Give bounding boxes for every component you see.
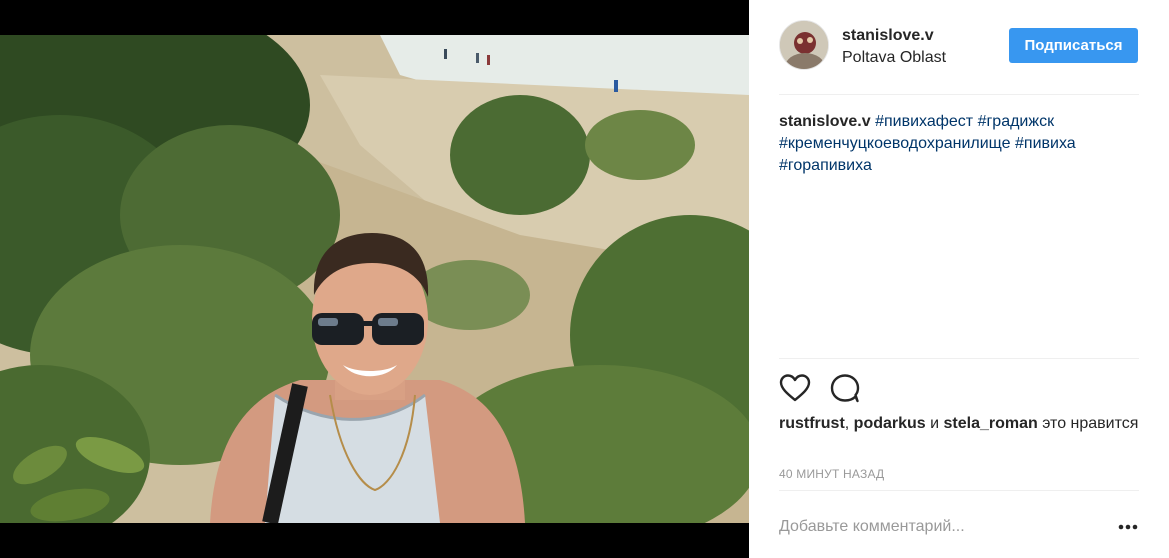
heart-icon[interactable]	[779, 372, 811, 404]
post-photo[interactable]	[0, 35, 749, 523]
post-header: stanislove.v Poltava Oblast Подписаться	[779, 20, 1139, 74]
post-timestamp[interactable]: 40 МИНУТ НАЗАД	[779, 467, 884, 481]
avatar-photo-icon	[780, 21, 828, 69]
liker-username[interactable]: podarkus	[854, 415, 926, 432]
likes-suffix: это нравится	[1037, 415, 1139, 432]
hashtag[interactable]: #кременчуцкоеводохранилище	[779, 135, 1011, 152]
hashtag[interactable]: #пивихафест	[875, 113, 973, 130]
likes-line: rustfrust, podarkus и stela_roman это нр…	[779, 413, 1139, 435]
header-divider	[779, 94, 1139, 95]
author-username[interactable]: stanislove.v	[842, 27, 934, 45]
liker-username[interactable]: stela_roman	[944, 415, 1038, 432]
follow-button[interactable]: Подписаться	[1009, 28, 1138, 63]
post-caption: stanislove.v #пивихафест #градижск #крем…	[779, 111, 1139, 177]
author-location[interactable]: Poltava Oblast	[842, 49, 946, 67]
more-options-icon[interactable]	[1117, 519, 1139, 535]
photo-illustration	[0, 35, 749, 523]
post-media-panel	[0, 0, 749, 558]
liker-username[interactable]: rustfrust	[779, 415, 845, 432]
hashtag[interactable]: #горапивиха	[779, 157, 872, 174]
likes-and: и	[925, 415, 944, 432]
comment-box	[779, 505, 1139, 545]
hashtag[interactable]: #пивиха	[1015, 135, 1076, 152]
comment-divider	[779, 490, 1139, 491]
hashtag[interactable]: #градижск	[978, 113, 1055, 130]
actions-divider	[779, 358, 1139, 359]
author-avatar[interactable]	[779, 20, 829, 70]
post-side-panel: stanislove.v Poltava Oblast Подписаться …	[749, 0, 1169, 558]
comment-icon[interactable]	[829, 372, 861, 404]
comment-input[interactable]	[779, 513, 1099, 541]
likes-separator: ,	[844, 415, 854, 432]
caption-username[interactable]: stanislove.v	[779, 113, 871, 130]
